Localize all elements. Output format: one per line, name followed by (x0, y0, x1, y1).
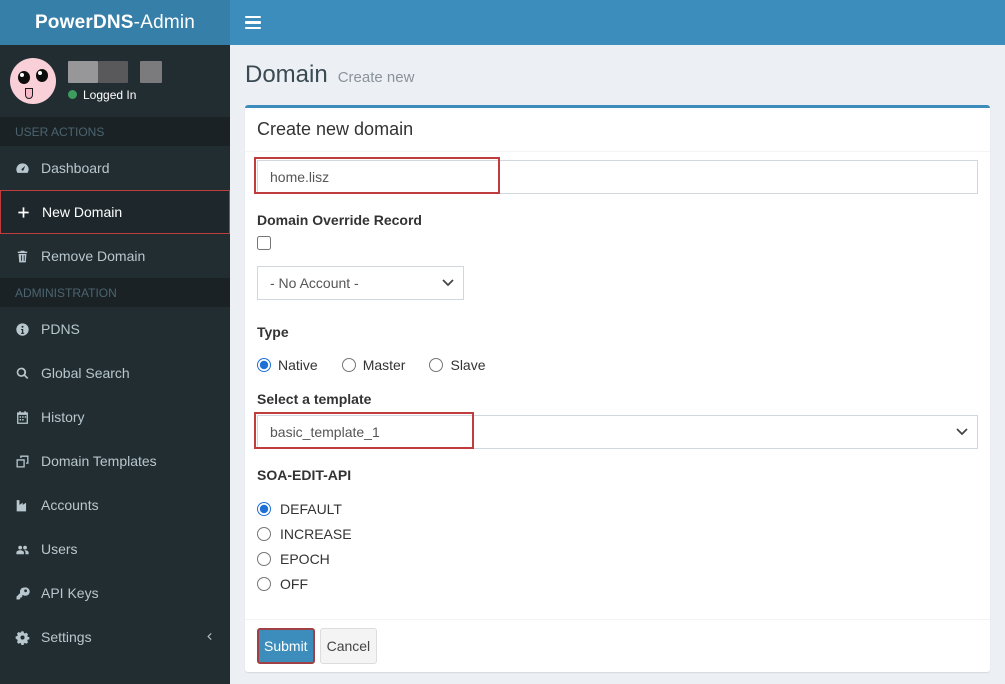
sidebar-item-label: Global Search (41, 365, 130, 381)
main-content: Domain Create new Create new domain Doma… (230, 45, 1005, 684)
user-panel: Logged In (0, 45, 230, 117)
template-label: Select a template (257, 391, 372, 407)
login-status-label: Logged In (83, 87, 137, 102)
sidebar-item-label: New Domain (42, 204, 123, 220)
sidebar-item-history[interactable]: History (0, 395, 230, 439)
account-select[interactable]: - No Account - (257, 266, 464, 300)
app-logo[interactable]: PowerDNS -Admin (0, 0, 230, 45)
sidebar-item-label: Remove Domain (41, 248, 146, 264)
top-navbar (230, 0, 1005, 45)
online-status-icon (68, 90, 77, 99)
key-icon (16, 586, 30, 599)
soa-radio-increase[interactable] (257, 527, 271, 541)
sidebar-item-label: Accounts (41, 497, 99, 513)
plus-icon (18, 206, 29, 218)
sidebar-item-label: History (41, 409, 85, 425)
sidebar-item-users[interactable]: Users (0, 527, 230, 571)
soa-option-default[interactable]: DEFAULT (257, 501, 978, 517)
user-avatar (10, 58, 56, 104)
domain-override-label: Domain Override Record (257, 212, 422, 228)
info-circle-icon (16, 322, 29, 336)
powerdns-admin-app: PowerDNS -Admin Logged In USER ACTIONS D… (0, 0, 1005, 684)
industry-icon (16, 499, 27, 511)
type-option-slave[interactable]: Slave (429, 357, 486, 373)
gear-icon (15, 630, 30, 645)
sidebar-item-label: Domain Templates (41, 453, 157, 469)
soa-radio-epoch[interactable] (257, 552, 271, 566)
type-radio-slave[interactable] (429, 358, 444, 372)
panel-title: Create new domain (245, 108, 990, 152)
type-option-native[interactable]: Native (257, 357, 318, 373)
calendar-icon (17, 410, 28, 424)
type-radio-group: Native Master Slave (257, 357, 978, 373)
content-header: Domain Create new (230, 45, 1005, 105)
users-icon (16, 545, 29, 554)
soa-option-increase[interactable]: INCREASE (257, 526, 978, 542)
soa-option-off[interactable]: OFF (257, 576, 978, 592)
sidebar-section-administration: ADMINISTRATION (0, 278, 230, 307)
chevron-left-icon (204, 629, 215, 645)
redacted-username (68, 60, 162, 83)
clone-icon (16, 455, 29, 467)
search-icon (16, 367, 29, 379)
sidebar: Logged In USER ACTIONS Dashboard New Dom… (0, 45, 230, 684)
create-domain-panel: Create new domain Domain Override Record… (245, 105, 990, 672)
sidebar-item-remove-domain[interactable]: Remove Domain (0, 234, 230, 278)
page-subtitle: Create new (337, 69, 415, 86)
hamburger-icon (244, 15, 261, 19)
sidebar-item-api-keys[interactable]: API Keys (0, 571, 230, 615)
soa-radio-off[interactable] (257, 577, 271, 591)
sidebar-item-label: PDNS (41, 321, 80, 337)
logo-text-light: -Admin (133, 11, 196, 33)
type-radio-native[interactable] (257, 358, 271, 372)
cancel-button[interactable]: Cancel (319, 628, 378, 664)
type-label: Type (257, 324, 289, 340)
sidebar-item-pdns[interactable]: PDNS (0, 307, 230, 351)
soa-edit-api-label: SOA-EDIT-API (257, 467, 352, 483)
sidebar-item-accounts[interactable]: Accounts (0, 483, 230, 527)
soa-radio-default[interactable] (257, 502, 271, 516)
sidebar-item-label: Settings (41, 629, 92, 645)
logo-text-bold: PowerDNS (34, 11, 134, 33)
soa-radio-group: DEFAULT INCREASE EPOCH OFF (257, 501, 978, 592)
domain-override-checkbox[interactable] (257, 235, 271, 250)
submit-button[interactable]: Submit (257, 628, 315, 664)
type-option-master[interactable]: Master (341, 357, 405, 373)
sidebar-item-label: API Keys (41, 585, 99, 601)
template-select[interactable]: basic_template_1 (257, 415, 978, 449)
type-radio-master[interactable] (341, 358, 356, 372)
sidebar-toggle-button[interactable] (230, 0, 275, 45)
sidebar-item-global-search[interactable]: Global Search (0, 351, 230, 395)
sidebar-item-label: Dashboard (41, 160, 110, 176)
page-title: Domain (245, 61, 328, 88)
domain-name-input[interactable] (257, 160, 978, 194)
trash-icon (17, 250, 28, 262)
sidebar-section-user-actions: USER ACTIONS (0, 117, 230, 146)
sidebar-item-dashboard[interactable]: Dashboard (0, 146, 230, 190)
sidebar-item-new-domain[interactable]: New Domain (0, 190, 230, 234)
sidebar-item-label: Users (41, 541, 78, 557)
sidebar-item-settings[interactable]: Settings (0, 615, 230, 659)
soa-option-epoch[interactable]: EPOCH (257, 551, 978, 567)
dashboard-icon (16, 162, 29, 173)
sidebar-item-domain-templates[interactable]: Domain Templates (0, 439, 230, 483)
